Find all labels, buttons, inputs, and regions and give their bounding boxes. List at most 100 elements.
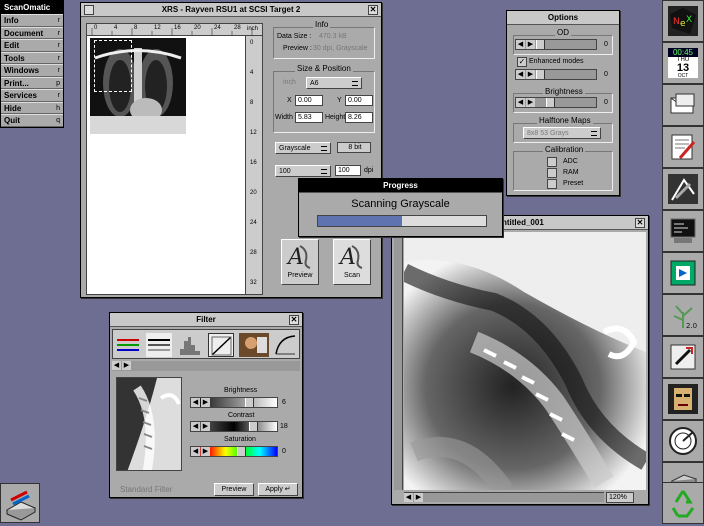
options-titlebar[interactable]: Options	[507, 11, 619, 25]
mail-icon	[670, 93, 695, 114]
x-label: X	[287, 97, 292, 104]
progress-window: Progress Scanning Grayscale	[298, 178, 503, 237]
dock-clock[interactable]: 00:45 THU 13 OCT	[662, 42, 704, 84]
terminal-icon	[670, 218, 696, 243]
brightness-slider[interactable]: ◀ ▶	[515, 97, 597, 108]
rgb-channels-icon[interactable]	[115, 333, 141, 357]
menu-item-print[interactable]: Print... p	[1, 76, 63, 89]
dock-ruler[interactable]	[662, 336, 704, 378]
ram-checkbox[interactable]	[547, 168, 557, 178]
filter-window: Filter ✕ ◀ ▶ Brightness ◀ ▶ 6 Contrast ◀…	[109, 312, 303, 498]
brightness-title: Brightness	[543, 87, 585, 96]
dock-mail[interactable]	[662, 84, 704, 126]
clock-month: OCT	[677, 73, 689, 79]
unit-label: inch	[283, 79, 296, 86]
width-label: Width	[275, 114, 293, 121]
info-group	[273, 27, 375, 59]
preview-area[interactable]: 0 4 8 12 16 20 24 28 inch 0 4 8 12 16 20…	[86, 23, 263, 295]
dpi-label: dpi	[364, 167, 374, 174]
progress-fill	[318, 216, 402, 226]
scan-button[interactable]: A Scan	[333, 239, 371, 285]
filter-titlebar[interactable]: Filter ✕	[110, 313, 302, 327]
scale-popup[interactable]: 100	[275, 165, 331, 177]
dock-draw[interactable]	[662, 168, 704, 210]
progress-titlebar[interactable]: Progress	[299, 179, 502, 193]
scanner-app-icon[interactable]	[0, 483, 40, 523]
adc-checkbox[interactable]	[547, 157, 557, 167]
scan-window-titlebar[interactable]: XRS - Rayven RSU1 at SCSI Target 2 ✕	[81, 3, 381, 17]
edit-icon	[671, 134, 696, 160]
menu-item-services[interactable]: Services r	[1, 89, 63, 102]
options-title: Options	[547, 13, 579, 22]
dpi-field[interactable]: 100	[335, 165, 361, 176]
dock-nextstep[interactable]: NeX	[662, 0, 704, 42]
ruler-label-6: 24	[214, 25, 221, 31]
filter-hscroll[interactable]: ◀ ▶	[112, 361, 300, 371]
menu-item-tools[interactable]: Tools r	[1, 51, 63, 64]
dock-fax[interactable]: 2.0	[662, 294, 704, 336]
side-tick-0: 0	[250, 40, 254, 46]
menu-item-document[interactable]: Document r	[1, 26, 63, 39]
height-field[interactable]: 8.26	[345, 112, 373, 123]
face-icon	[674, 388, 692, 410]
filter-name-label: Standard Filter	[120, 485, 173, 494]
selection-marquee[interactable]	[94, 40, 132, 92]
side-tick-5: 20	[250, 190, 257, 196]
image-hscroll[interactable]: ◀ ▶	[404, 492, 604, 502]
menu-item-quit[interactable]: Quit q	[1, 114, 63, 127]
paper-size-popup[interactable]: A6	[306, 77, 362, 89]
filter-close-button[interactable]: ✕	[289, 315, 299, 325]
dock-terminal[interactable]	[662, 210, 704, 252]
radar-icon	[669, 427, 697, 455]
preset-checkbox[interactable]	[547, 179, 557, 189]
menu-item-hide[interactable]: Hide h	[1, 101, 63, 114]
image-close-button[interactable]: ✕	[635, 218, 645, 228]
height-label: Height	[325, 114, 346, 121]
bits-field: 8 bit	[337, 142, 371, 153]
filter-preview-button[interactable]: Preview	[214, 483, 254, 496]
enhanced-slider[interactable]: ◀ ▶	[515, 69, 597, 80]
close-button[interactable]: ✕	[368, 5, 378, 15]
filter-apply-button[interactable]: Apply ↵	[258, 483, 298, 496]
curve-icon[interactable]	[208, 333, 234, 357]
od-value: 0	[604, 41, 608, 48]
plant-icon: 2.0	[673, 305, 697, 330]
y-field[interactable]: 0.00	[345, 95, 373, 106]
dock-movie[interactable]	[662, 252, 704, 294]
od-slider[interactable]: ◀ ▶	[515, 39, 597, 50]
recycle-icon	[671, 490, 695, 518]
x-field[interactable]: 0.00	[295, 95, 323, 106]
histogram-icon[interactable]	[177, 333, 203, 357]
menu-item-windows[interactable]: Windows r	[1, 64, 63, 77]
dock-edit[interactable]	[662, 126, 704, 168]
halftone-title: Halftone Maps	[537, 116, 593, 125]
side-tick-8: 32	[250, 280, 257, 286]
dock-face[interactable]	[662, 378, 704, 420]
image-vscroll[interactable]	[394, 232, 403, 490]
photo-filter-icon[interactable]	[239, 333, 269, 357]
draw-icon	[671, 178, 695, 201]
preview-button[interactable]: A Preview	[281, 239, 319, 285]
y-label: Y	[337, 97, 342, 104]
gamma-icon[interactable]	[273, 333, 299, 357]
mode-popup[interactable]: Grayscale	[275, 142, 331, 154]
halftone-popup[interactable]: 8x8 53 Grays	[523, 127, 601, 139]
dock-recycler[interactable]	[662, 482, 704, 524]
adc-label: ADC	[563, 158, 578, 165]
filter-saturation-slider[interactable]: ◀ ▶	[190, 446, 278, 457]
enhanced-modes-checkbox[interactable]: ✓	[517, 57, 527, 67]
gray-levels-icon[interactable]	[146, 333, 172, 357]
menu-item-info[interactable]: Info r	[1, 14, 63, 27]
miniaturize-button[interactable]	[84, 5, 94, 15]
top-ruler: 0 4 8 12 16 20 24 28	[87, 24, 262, 36]
filter-brightness-slider[interactable]: ◀ ▶	[190, 397, 278, 408]
menu-item-edit[interactable]: Edit r	[1, 39, 63, 52]
preset-label: Preset	[563, 180, 584, 187]
filter-contrast-slider[interactable]: ◀ ▶	[190, 421, 278, 432]
filter-toolbar	[112, 329, 300, 359]
zoom-field[interactable]: 120%	[606, 492, 634, 503]
ruler-label-5: 20	[194, 25, 201, 31]
width-field[interactable]: 5.83	[295, 112, 323, 123]
dock-radar[interactable]	[662, 420, 704, 462]
svg-text:X: X	[686, 15, 692, 25]
